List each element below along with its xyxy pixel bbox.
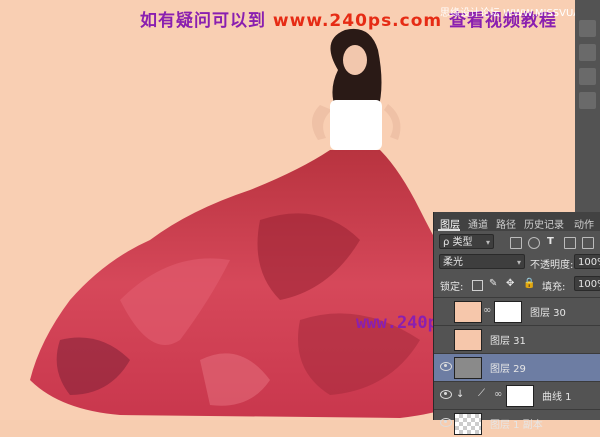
tool-button-2[interactable] [579,44,596,61]
panel-tabs: 图层 通道 路径 历史记录 动作 [434,212,600,231]
layer-name: 图层 30 [530,308,566,319]
lock-transparent-icon[interactable] [472,280,483,291]
layer-row-29[interactable]: 图层 29 [434,353,600,381]
fill-label: 填充: [542,282,566,293]
tool-button-3[interactable] [579,68,596,85]
layer-name: 图层 29 [490,364,526,375]
link-icon: ∞ [483,305,492,316]
adjustment-filter-icon[interactable] [528,237,540,249]
lock-all-icon[interactable]: 🔒 [523,278,535,289]
smart-object-filter-icon[interactable] [582,237,594,249]
fill-field[interactable]: 100% [574,276,600,291]
lock-row: 锁定: ✎ ✥ 🔒 填充: 100% [434,276,600,294]
layer-thumbnail [454,301,482,323]
clip-arrow-icon: ↓ [456,389,465,400]
forum-watermark: 思缘设计论坛 WWW.MISSVUAN.COM [440,8,575,19]
layer-name: 曲线 1 [542,392,572,403]
layer-mask-thumbnail[interactable] [506,385,534,407]
pixel-filter-icon[interactable] [510,237,522,249]
tab-channels[interactable]: 通道 [468,216,488,231]
blend-row: 柔光▾ 不透明度: 100% [434,254,600,272]
link-icon: ∞ [494,389,503,400]
tool-button-4[interactable] [579,92,596,109]
tab-paths[interactable]: 路径 [496,216,516,231]
blend-mode-select[interactable]: 柔光 ▾ [439,254,525,269]
active-tab-indicator [438,229,460,231]
layers-panel: 图层 通道 路径 历史记录 动作 ρ 类型▾ T 柔光▾ 不透明度: 100% … [433,212,600,435]
lock-move-icon[interactable]: ✥ [506,278,514,289]
visibility-eye-icon[interactable] [440,362,452,371]
layer-thumbnail [454,329,482,351]
filter-row: ρ 类型 ▾ T [434,234,600,252]
tab-actions[interactable]: 动作 [574,216,594,231]
tool-button-1[interactable] [579,20,596,37]
visibility-eye-icon[interactable] [440,390,452,399]
layer-mask-thumbnail[interactable] [494,301,522,323]
lock-paint-icon[interactable]: ✎ [489,278,497,289]
filter-kind-select[interactable]: ρ 类型 ▾ [439,234,494,249]
visibility-eye-icon[interactable] [440,418,452,427]
shape-filter-icon[interactable] [564,237,576,249]
chevron-down-icon: ▾ [485,238,490,247]
chevron-down-icon: ▾ [516,258,521,267]
layer-row-30[interactable]: ∞ 图层 30 [434,297,600,325]
layer-row-curves-1[interactable]: ↓ ⟋ ∞ 曲线 1 [434,381,600,409]
lock-label: 锁定: [440,282,464,293]
tab-history[interactable]: 历史记录 [524,216,564,231]
layer-name: 图层 1 副本 [490,420,543,431]
layer-row-31[interactable]: 图层 31 [434,325,600,353]
layer-thumbnail [454,357,482,379]
layer-thumbnail [454,413,482,435]
type-filter-icon[interactable]: T [547,236,554,247]
opacity-field[interactable]: 100% [574,254,600,269]
opacity-label: 不透明度: [530,260,574,271]
curves-adjustment-icon: ⟋ [478,388,485,399]
header-url[interactable]: www.240ps.com [273,11,442,31]
layer-row-1-copy[interactable]: 图层 1 副本 [434,409,600,437]
header-text-before: 如有疑问可以到 [140,11,273,31]
layer-name: 图层 31 [490,336,526,347]
